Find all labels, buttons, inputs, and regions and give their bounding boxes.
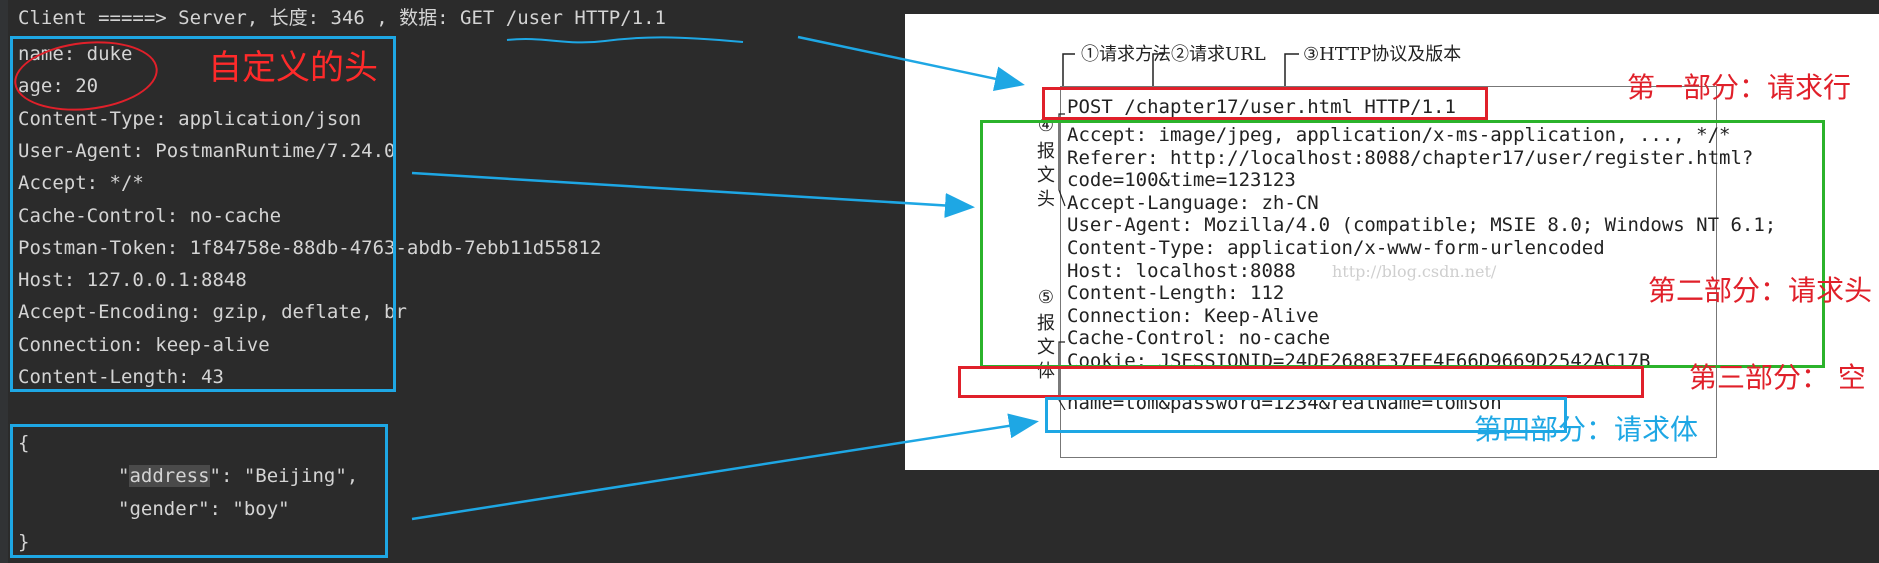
label-http-protocol: ③HTTP协议及版本 xyxy=(1303,44,1462,65)
section-request-headers-label: 第二部分：请求头 xyxy=(1648,274,1873,307)
custom-header-annotation: 自定义的头 xyxy=(208,48,378,88)
label-request-url: ②请求URL xyxy=(1171,44,1266,65)
label-request-method: ①请求方法 xyxy=(1081,44,1171,65)
section-request-line-label: 第一部分：请求行 xyxy=(1627,71,1852,104)
section-request-body-label: 第四部分：请求体 xyxy=(1474,413,1699,446)
body-highlight-box xyxy=(10,424,388,558)
editor-gutter xyxy=(0,0,8,563)
request-line-box xyxy=(1042,87,1488,120)
console-header-line: Client =====> Server, 长度: 346 , 数据: GET … xyxy=(18,7,666,29)
blank-line-box xyxy=(958,366,1644,398)
underline-scribble xyxy=(506,36,744,44)
request-headers-box xyxy=(980,120,1825,368)
http-request-diagram: ①请求方法 ②请求URL ③HTTP协议及版本 POST /chapter17/… xyxy=(905,14,1879,470)
section-blank-label: 第三部分： 空 xyxy=(1689,361,1866,394)
console-pane: Client =====> Server, 长度: 346 , 数据: GET … xyxy=(0,0,905,563)
